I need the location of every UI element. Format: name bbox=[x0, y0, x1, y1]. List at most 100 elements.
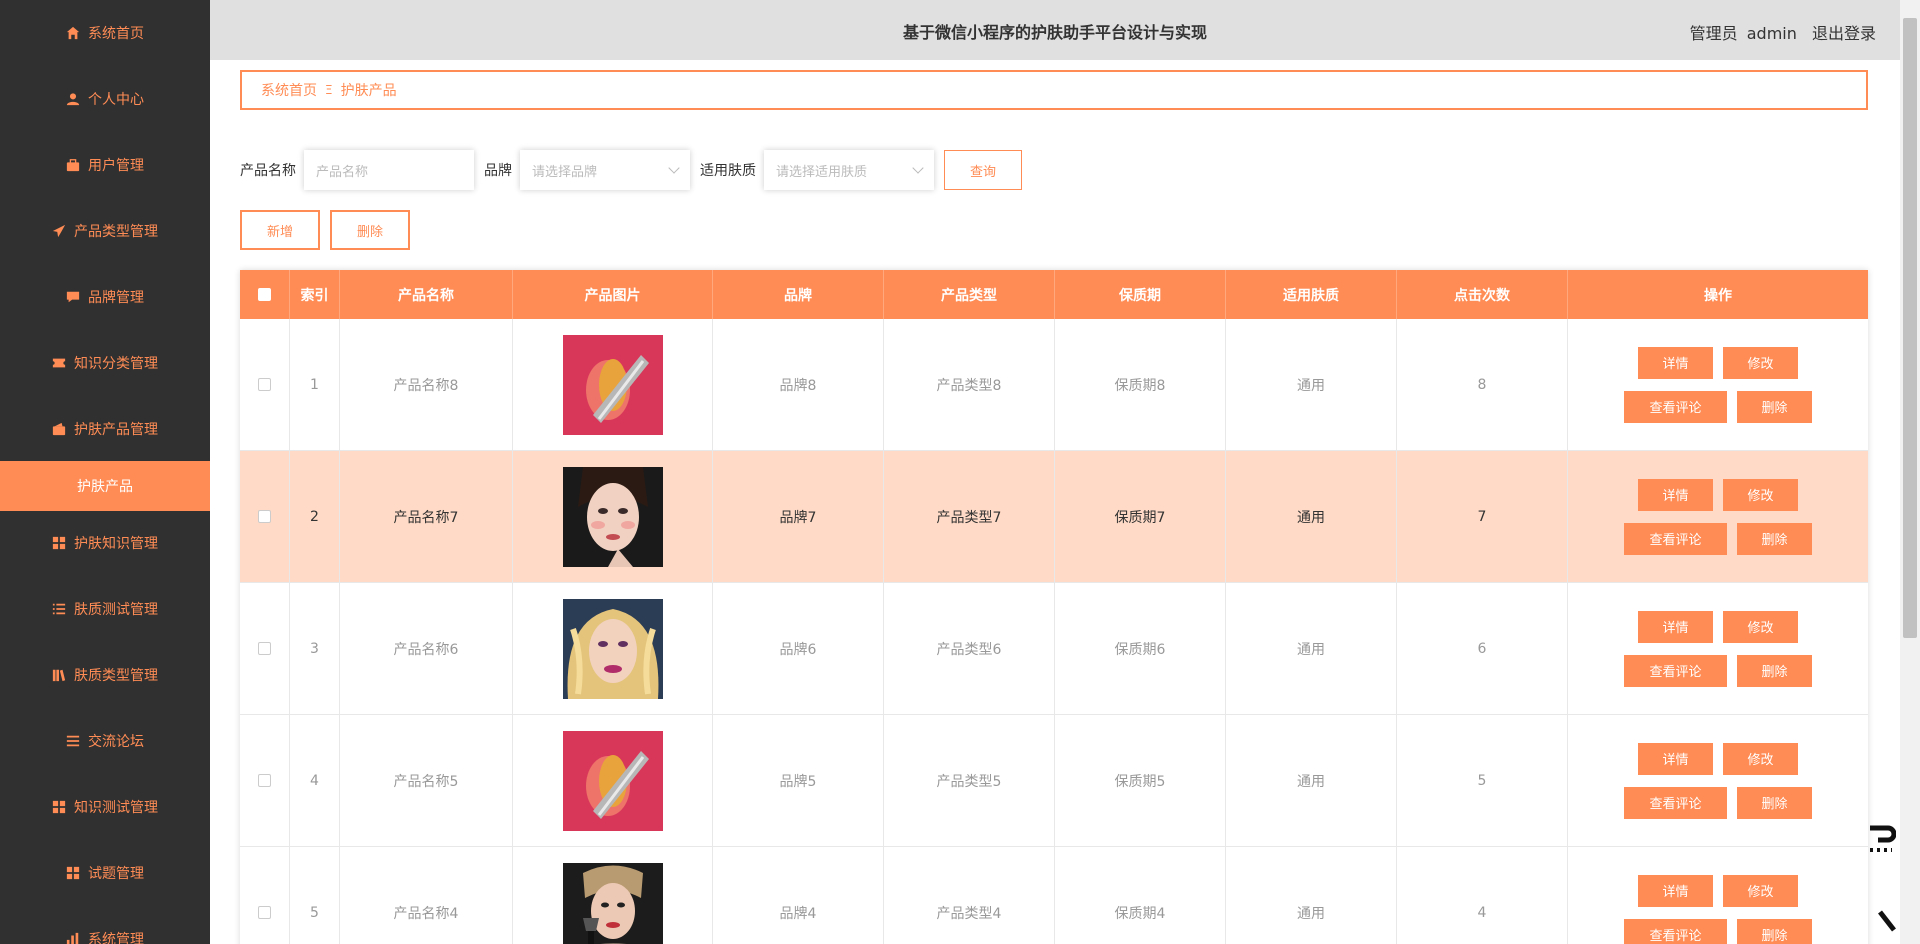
sidebar-item-questions[interactable]: 试题管理 bbox=[0, 840, 210, 906]
table-row[interactable]: 3 产品名称6 品牌6 产品类型6 保质期6 通用 6 详情 修改 查看评论 删除 bbox=[240, 583, 1868, 715]
detail-button[interactable]: 详情 bbox=[1638, 742, 1713, 775]
menu-icon bbox=[66, 734, 80, 748]
row-actions: 详情 修改查看评论 删除 bbox=[1624, 874, 1812, 944]
sidebar-item-skincare-products[interactable]: 护肤产品管理 bbox=[0, 396, 210, 462]
row-select-cell bbox=[240, 451, 290, 582]
sidebar-item-knowledge-test[interactable]: 知识测试管理 bbox=[0, 774, 210, 840]
table-row[interactable]: 1 产品名称8 品牌8 产品类型8 保质期8 通用 8 详情 修改 查看评论 删除 bbox=[240, 319, 1868, 451]
detail-button[interactable]: 详情 bbox=[1638, 346, 1713, 379]
sidebar-item-label: 个人中心 bbox=[88, 92, 144, 108]
skin-type-select-placeholder: 请选择适用肤质 bbox=[776, 164, 868, 180]
batch-delete-button[interactable]: 删除 bbox=[330, 210, 410, 250]
search-bar: 产品名称 产品名称 品牌 请选择品牌 适用肤质 请选择适用肤质 查询 bbox=[240, 150, 1022, 190]
col-header-image: 产品图片 bbox=[513, 270, 713, 319]
page-scrollbar[interactable] bbox=[1900, 0, 1920, 944]
table-body: 1 产品名称8 品牌8 产品类型8 保质期8 通用 8 详情 修改 查看评论 删除 2 产品名称7 品牌7… bbox=[240, 319, 1868, 944]
username: admin bbox=[1746, 24, 1797, 43]
sidebar-item-label: 肤质类型管理 bbox=[74, 668, 158, 684]
sidebar-item-profile[interactable]: 个人中心 bbox=[0, 66, 210, 132]
sidebar-item-forum[interactable]: 交流论坛 bbox=[0, 708, 210, 774]
detail-button[interactable]: 详情 bbox=[1638, 478, 1713, 511]
view-comments-button[interactable]: 查看评论 bbox=[1624, 786, 1727, 819]
cell-index: 3 bbox=[290, 583, 340, 714]
sidebar-item-users[interactable]: 用户管理 bbox=[0, 132, 210, 198]
col-header-shelf-life: 保质期 bbox=[1055, 270, 1226, 319]
row-checkbox[interactable] bbox=[258, 906, 271, 919]
delete-button[interactable]: 删除 bbox=[1737, 918, 1812, 944]
cell-image bbox=[513, 451, 713, 582]
scrollbar-thumb[interactable] bbox=[1903, 18, 1917, 638]
cell-brand: 品牌8 bbox=[713, 319, 884, 450]
delete-button[interactable]: 删除 bbox=[1737, 390, 1812, 423]
cell-type: 产品类型7 bbox=[884, 451, 1055, 582]
brush-face-image[interactable] bbox=[562, 862, 663, 944]
row-checkbox[interactable] bbox=[258, 510, 271, 523]
floating-widget-icon[interactable] bbox=[1866, 820, 1896, 944]
sidebar-item-knowledge-categories[interactable]: 知识分类管理 bbox=[0, 330, 210, 396]
cell-index: 4 bbox=[290, 715, 340, 846]
query-button[interactable]: 查询 bbox=[944, 150, 1022, 190]
logout-link[interactable]: 退出登录 bbox=[1812, 24, 1876, 43]
cell-clicks: 7 bbox=[1397, 451, 1568, 582]
row-select-cell bbox=[240, 715, 290, 846]
brand-select[interactable]: 请选择品牌 bbox=[520, 150, 690, 190]
edit-button[interactable]: 修改 bbox=[1723, 742, 1798, 775]
view-comments-button[interactable]: 查看评论 bbox=[1624, 522, 1727, 555]
sidebar-item-skincare-knowledge[interactable]: 护肤知识管理 bbox=[0, 510, 210, 576]
lipstick-image[interactable] bbox=[562, 334, 663, 435]
edit-button[interactable]: 修改 bbox=[1723, 478, 1798, 511]
product-name-input[interactable]: 产品名称 bbox=[304, 150, 474, 190]
cell-clicks: 8 bbox=[1397, 319, 1568, 450]
detail-button[interactable]: 详情 bbox=[1638, 874, 1713, 907]
makeup-face-image[interactable] bbox=[562, 466, 663, 567]
table-row[interactable]: 4 产品名称5 品牌5 产品类型5 保质期5 通用 5 详情 修改 查看评论 删除 bbox=[240, 715, 1868, 847]
row-checkbox[interactable] bbox=[258, 774, 271, 787]
view-comments-button[interactable]: 查看评论 bbox=[1624, 918, 1727, 944]
cell-skin-type: 通用 bbox=[1226, 583, 1397, 714]
breadcrumb-home[interactable]: 系统首页 bbox=[261, 80, 317, 100]
cell-clicks: 5 bbox=[1397, 715, 1568, 846]
cell-brand: 品牌6 bbox=[713, 583, 884, 714]
sidebar-subitem-skincare-product[interactable]: 护肤产品 bbox=[0, 461, 210, 511]
sidebar-item-skin-test[interactable]: 肤质测试管理 bbox=[0, 576, 210, 642]
cell-brand: 品牌4 bbox=[713, 847, 884, 944]
sidebar-item-home[interactable]: 系统首页 bbox=[0, 0, 210, 66]
cell-name: 产品名称8 bbox=[340, 319, 513, 450]
edit-button[interactable]: 修改 bbox=[1723, 874, 1798, 907]
view-comments-button[interactable]: 查看评论 bbox=[1624, 654, 1727, 687]
list-icon bbox=[52, 602, 66, 616]
sidebar-item-label: 肤质测试管理 bbox=[74, 602, 158, 618]
cell-actions: 详情 修改查看评论 删除 bbox=[1568, 451, 1868, 582]
cell-name: 产品名称4 bbox=[340, 847, 513, 944]
delete-button[interactable]: 删除 bbox=[1737, 786, 1812, 819]
edit-button[interactable]: 修改 bbox=[1723, 346, 1798, 379]
cell-shelf-life: 保质期7 bbox=[1055, 451, 1226, 582]
sidebar-item-skin-types[interactable]: 肤质类型管理 bbox=[0, 642, 210, 708]
action-bar: 新增 删除 bbox=[240, 210, 410, 250]
detail-button[interactable]: 详情 bbox=[1638, 610, 1713, 643]
sidebar-item-system[interactable]: 系统管理 bbox=[0, 906, 210, 944]
cell-shelf-life: 保质期6 bbox=[1055, 583, 1226, 714]
delete-button[interactable]: 删除 bbox=[1737, 522, 1812, 555]
table-row[interactable]: 2 产品名称7 品牌7 产品类型7 保质期7 通用 7 详情 修改 查看评论 删除 bbox=[240, 451, 1868, 583]
add-button[interactable]: 新增 bbox=[240, 210, 320, 250]
breadcrumb-current: 护肤产品 bbox=[340, 83, 397, 99]
select-all-checkbox[interactable] bbox=[258, 288, 271, 301]
cell-type: 产品类型4 bbox=[884, 847, 1055, 944]
blonde-face-image[interactable] bbox=[562, 598, 663, 699]
table-row[interactable]: 5 产品名称4 品牌4 产品类型4 保质期4 通用 4 详情 修改 查看评论 删除 bbox=[240, 847, 1868, 944]
row-checkbox[interactable] bbox=[258, 642, 271, 655]
sidebar-item-label: 护肤产品管理 bbox=[74, 422, 158, 438]
edit-button[interactable]: 修改 bbox=[1723, 610, 1798, 643]
books-icon bbox=[52, 668, 66, 682]
product-table: 索引 产品名称 产品图片 品牌 产品类型 保质期 适用肤质 点击次数 操作 1产… bbox=[240, 270, 1868, 944]
view-comments-button[interactable]: 查看评论 bbox=[1624, 390, 1727, 423]
lipstick-image[interactable] bbox=[562, 730, 663, 831]
row-checkbox[interactable] bbox=[258, 378, 271, 391]
sidebar-item-brands[interactable]: 品牌管理 bbox=[0, 264, 210, 330]
cell-skin-type: 通用 bbox=[1226, 715, 1397, 846]
cell-image bbox=[513, 583, 713, 714]
sidebar-item-product-types[interactable]: 产品类型管理 bbox=[0, 198, 210, 264]
skin-type-select[interactable]: 请选择适用肤质 bbox=[764, 150, 934, 190]
delete-button[interactable]: 删除 bbox=[1737, 654, 1812, 687]
